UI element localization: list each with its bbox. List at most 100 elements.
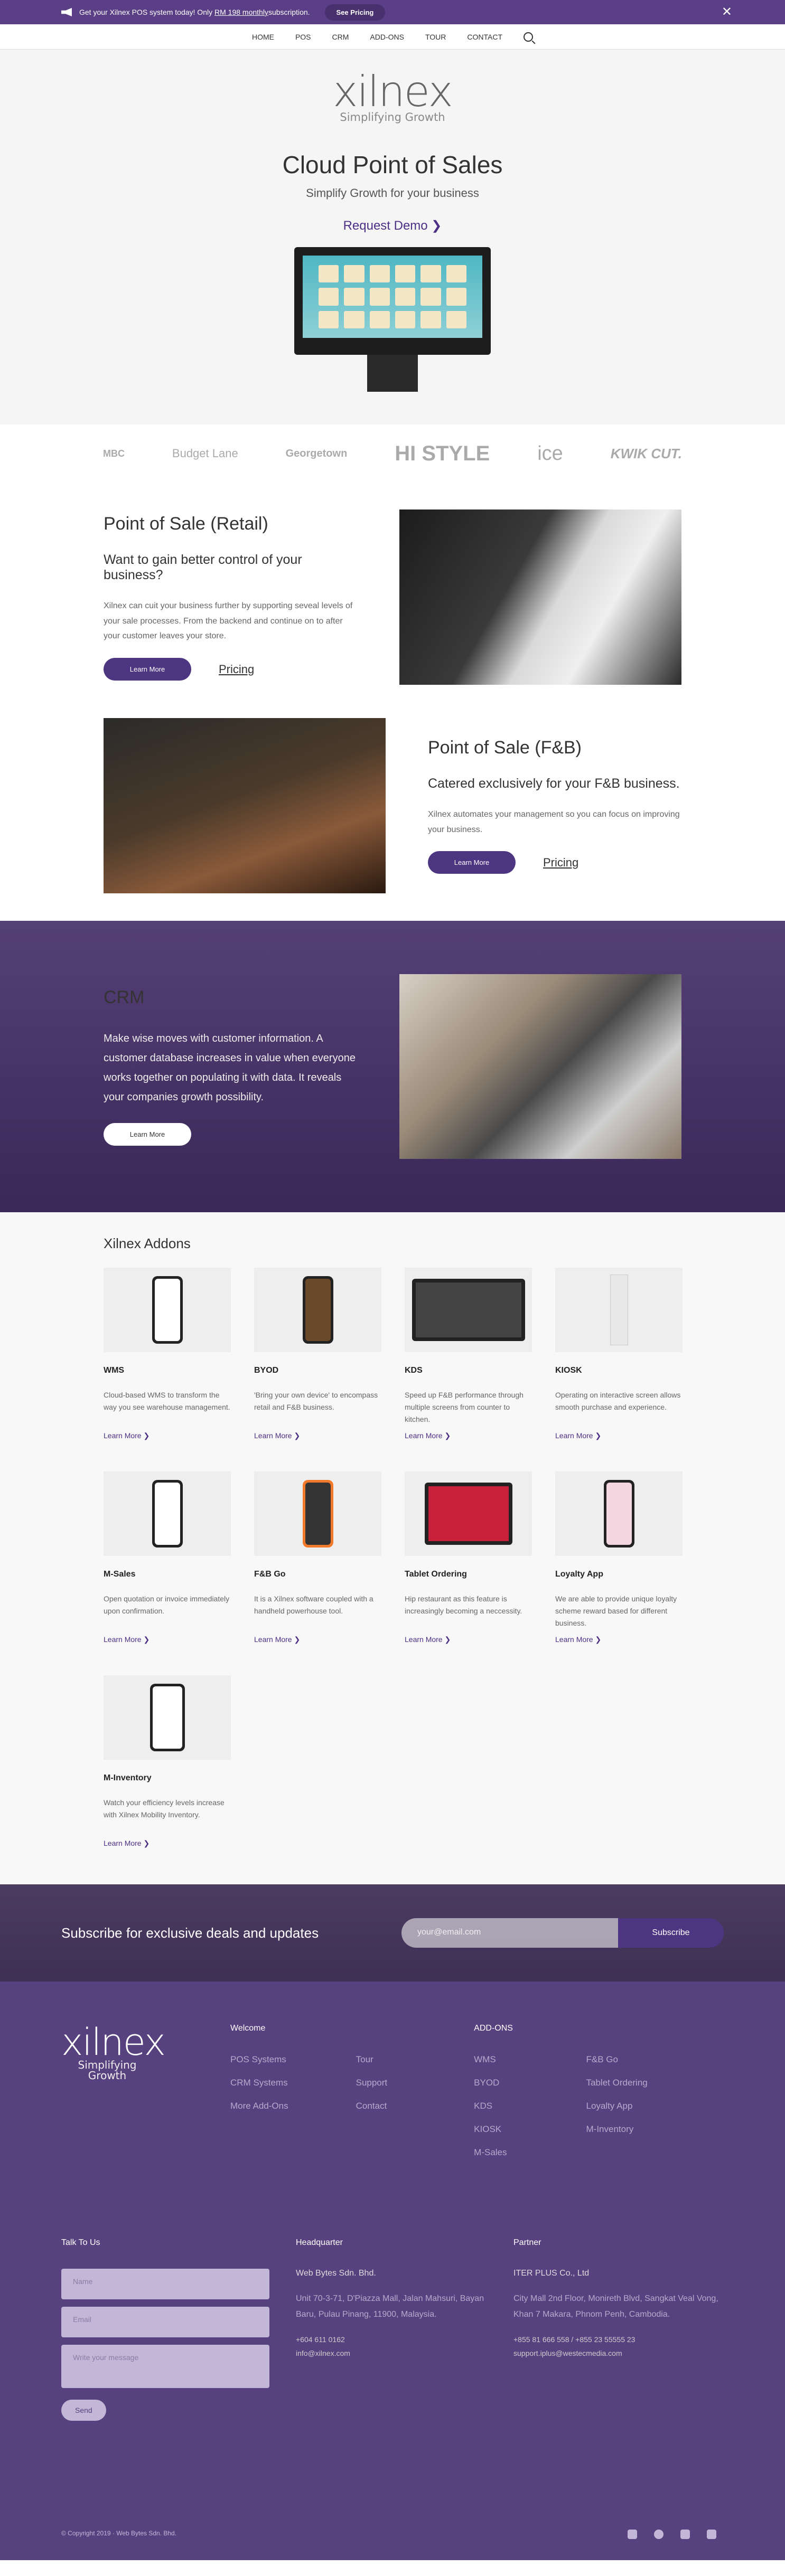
- partner-info: Partner ITER PLUS Co., Ltd City Mall 2nd…: [513, 2238, 722, 2421]
- email-input[interactable]: your@email.com: [401, 1918, 618, 1948]
- addon-name: KIOSK: [555, 1366, 582, 1375]
- footer-link[interactable]: KDS: [474, 2101, 507, 2112]
- main-nav: HOME POS CRM ADD-ONS TOUR CONTACT: [0, 24, 785, 50]
- instagram-icon[interactable]: [654, 2530, 663, 2539]
- loyalty-app-device-image: [603, 1480, 634, 1548]
- addon-desc: It is a Xilnex software coupled with a h…: [254, 1594, 373, 1616]
- footer-link[interactable]: Contact: [356, 2101, 388, 2112]
- wms-device-image: [152, 1276, 183, 1344]
- learn-more-link[interactable]: Learn More ❯: [555, 1635, 601, 1644]
- facebook-icon[interactable]: [707, 2530, 716, 2539]
- fnb-body: Xilnex automates your management so you …: [428, 809, 680, 834]
- addon-name: BYOD: [254, 1366, 279, 1375]
- footer-link[interactable]: Support: [356, 2078, 388, 2089]
- nav-contact[interactable]: CONTACT: [467, 33, 502, 41]
- footer-link[interactable]: KIOSK: [474, 2124, 507, 2136]
- subscribe-button[interactable]: Subscribe: [618, 1918, 724, 1948]
- footer-welcome: Welcome POS Systems CRM Systems More Add…: [230, 2024, 387, 2159]
- footer-addons: ADD-ONS WMS BYOD KDS KIOSK M-Sales F&B G…: [474, 2024, 648, 2159]
- subscribe-title: Subscribe for exclusive deals and update…: [61, 1924, 319, 1941]
- promo-text-after: subscription.: [268, 8, 310, 16]
- addon-desc: We are able to provide unique loyalty sc…: [555, 1594, 677, 1628]
- addon-desc: Cloud-based WMS to transform the way you…: [104, 1391, 230, 1412]
- footer-link[interactable]: CRM Systems: [230, 2078, 288, 2089]
- close-icon[interactable]: ✕: [722, 4, 732, 20]
- fnb-pos-photo: [104, 718, 386, 893]
- retail-learn-more-button[interactable]: Learn More: [104, 658, 191, 681]
- crm-laptop-photo: [399, 974, 681, 1159]
- fnb-title: Point of Sale (F&B): [428, 737, 582, 758]
- footer-link[interactable]: M-Inventory: [586, 2124, 648, 2136]
- message-field[interactable]: Write your message: [61, 2345, 269, 2388]
- learn-more-link[interactable]: Learn More ❯: [104, 1431, 149, 1440]
- request-demo-link[interactable]: Request Demo ❯: [343, 218, 442, 233]
- footer-link[interactable]: Tour: [356, 2054, 388, 2066]
- learn-more-link[interactable]: Learn More ❯: [254, 1431, 300, 1440]
- learn-more-link[interactable]: Learn More ❯: [254, 1635, 300, 1644]
- search-icon[interactable]: [524, 32, 534, 42]
- learn-more-link[interactable]: Learn More ❯: [104, 1839, 149, 1848]
- addon-card-m-inventory: M-Inventory Watch your efficiency levels…: [104, 1675, 231, 1879]
- footer-link[interactable]: More Add-Ons: [230, 2101, 288, 2112]
- hero-section: xilnex Simplifying Growth Cloud Point of…: [0, 50, 785, 424]
- fnb-pricing-link[interactable]: Pricing: [543, 856, 578, 870]
- retail-pricing-link[interactable]: Pricing: [219, 663, 254, 676]
- footer-link[interactable]: BYOD: [474, 2078, 507, 2089]
- fnb-heading: Catered exclusively for your F&B busines…: [428, 776, 680, 791]
- footer-link[interactable]: WMS: [474, 2054, 507, 2066]
- fnb-learn-more-button[interactable]: Learn More: [428, 851, 516, 874]
- nav-home[interactable]: HOME: [252, 33, 274, 41]
- copyright: © Copyright 2019 · Web Bytes Sdn. Bhd.: [61, 2530, 177, 2537]
- nav-tour[interactable]: TOUR: [425, 33, 446, 41]
- nav-crm[interactable]: CRM: [332, 33, 349, 41]
- footer-link[interactable]: F&B Go: [586, 2054, 648, 2066]
- addons-section: Xilnex Addons WMS Cloud-based WMS to tra…: [0, 1212, 785, 1884]
- send-button[interactable]: Send: [61, 2400, 106, 2421]
- kds-screen-image: [412, 1279, 525, 1341]
- learn-more-link[interactable]: Learn More ❯: [405, 1431, 451, 1440]
- footer-link[interactable]: M-Sales: [474, 2147, 507, 2159]
- brand-logo: Budget Lane: [172, 447, 238, 460]
- hq-email-link[interactable]: info@xilnex.com: [296, 2346, 513, 2361]
- page-title: Cloud Point of Sales: [282, 151, 503, 178]
- addon-name: F&B Go: [254, 1570, 286, 1579]
- addon-card-tablet-ordering: Tablet Ordering Hip restaurant as this f…: [405, 1471, 532, 1675]
- crm-learn-more-button[interactable]: Learn More: [104, 1123, 191, 1146]
- crm-body: Make wise moves with customer informatio…: [104, 1033, 356, 1103]
- see-pricing-button[interactable]: See Pricing: [324, 4, 386, 21]
- name-field[interactable]: Name: [61, 2269, 269, 2299]
- crm-title: CRM: [104, 987, 145, 1007]
- subscribe-bar: Subscribe for exclusive deals and update…: [0, 1884, 785, 1981]
- terminal-stand: [367, 355, 418, 392]
- footer-link[interactable]: Loyalty App: [586, 2101, 648, 2112]
- promo-link[interactable]: RM 198 monthly: [214, 8, 268, 16]
- footer-logo[interactable]: xilnex Simplifying Growth: [61, 2024, 166, 2159]
- footer-link[interactable]: Tablet Ordering: [586, 2078, 648, 2089]
- addon-card-kds: KDS Speed up F&B performance through mul…: [405, 1268, 532, 1471]
- nav-pos[interactable]: POS: [295, 33, 311, 41]
- fnb-go-device-image: [302, 1480, 333, 1548]
- xilnex-logo[interactable]: xilnex Simplifying Growth: [0, 71, 785, 123]
- retail-body: Xilnex can cuit your business further by…: [104, 601, 353, 641]
- addon-desc: 'Bring your own device' to encompass ret…: [254, 1391, 378, 1412]
- social-links: [628, 2530, 716, 2539]
- footer-link[interactable]: POS Systems: [230, 2054, 288, 2066]
- fnb-section: Point of Sale (F&B) Catered exclusively …: [0, 712, 785, 921]
- addon-card-loyalty-app: Loyalty App We are able to provide uniqu…: [555, 1471, 683, 1675]
- addon-desc: Watch your efficiency levels increase wi…: [104, 1798, 225, 1819]
- brand-logo: KWIK CUT.: [610, 445, 682, 461]
- m-inventory-device-image: [149, 1684, 185, 1751]
- learn-more-link[interactable]: Learn More ❯: [555, 1431, 601, 1440]
- promo-text: Get your Xilnex POS system today! Only: [79, 8, 213, 16]
- learn-more-link[interactable]: Learn More ❯: [104, 1635, 149, 1644]
- partner-email-link[interactable]: support.iplus@westecmedia.com: [513, 2346, 722, 2361]
- byod-device-image: [302, 1276, 333, 1344]
- headquarter-info: Headquarter Web Bytes Sdn. Bhd. Unit 70-…: [296, 2238, 513, 2421]
- learn-more-link[interactable]: Learn More ❯: [405, 1635, 451, 1644]
- addon-name: WMS: [104, 1366, 125, 1375]
- twitter-icon[interactable]: [628, 2530, 637, 2539]
- addon-name: M-Sales: [104, 1570, 136, 1579]
- email-field[interactable]: Email: [61, 2307, 269, 2337]
- vimeo-icon[interactable]: [680, 2530, 690, 2539]
- nav-addons[interactable]: ADD-ONS: [370, 33, 404, 41]
